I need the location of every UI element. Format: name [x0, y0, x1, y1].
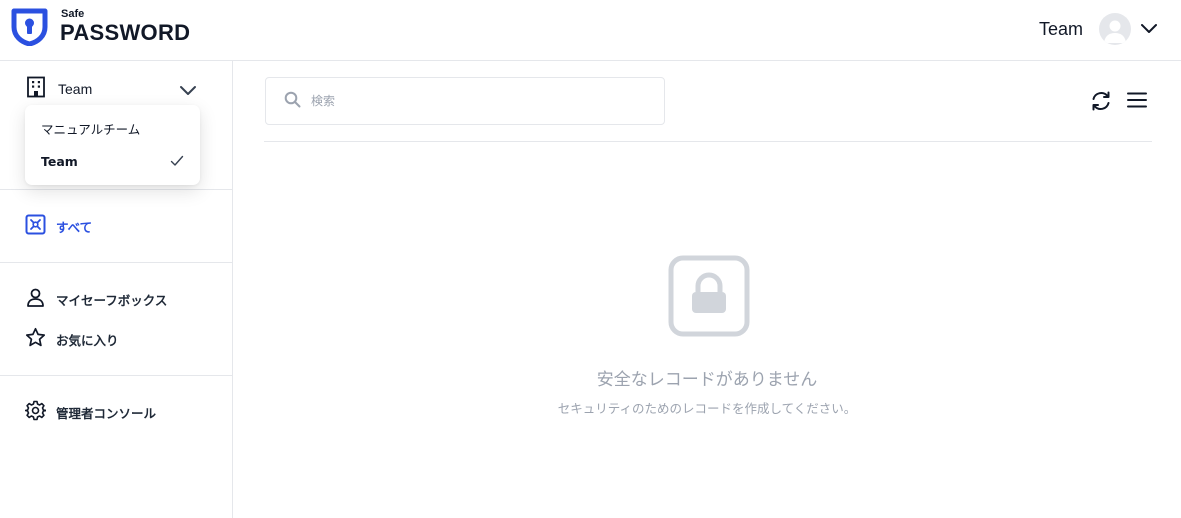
sidebar-item-admin-console[interactable]: 管理者コンソール: [24, 400, 157, 425]
sidebar-divider: [0, 262, 232, 263]
star-icon: [25, 327, 46, 352]
search-box[interactable]: [265, 77, 665, 125]
user-avatar-icon[interactable]: [1099, 13, 1131, 45]
team-select-label: Team: [58, 81, 93, 97]
logo-safe-text: Safe: [61, 8, 85, 20]
team-select[interactable]: Team: [25, 76, 197, 102]
logo[interactable]: Safe PASSWORD: [11, 8, 210, 48]
sidebar-item-all[interactable]: すべて: [25, 214, 93, 239]
account-team-label: Team: [1038, 18, 1083, 39]
sidebar-item-my-safebox[interactable]: マイセーフボックス: [25, 288, 167, 310]
shield-logo-icon: [11, 8, 48, 46]
gear-icon: [24, 400, 47, 425]
sidebar-divider: [0, 375, 232, 376]
empty-state-title: 安全なレコードがありません: [596, 370, 818, 390]
lock-icon: [668, 255, 750, 341]
building-icon: [25, 76, 47, 102]
sidebar-item-label: すべて: [56, 219, 93, 235]
team-option-label: マニュアルチーム: [41, 121, 141, 137]
sidebar-item-label: マイセーフボックス: [56, 292, 168, 308]
sidebar-divider: [0, 189, 232, 190]
team-dropdown: マニュアルチーム Team: [25, 105, 200, 185]
sidebar-item-favorites[interactable]: お気に入り: [25, 327, 119, 352]
content-divider: [264, 141, 1152, 142]
top-header: Safe PASSWORD Team: [0, 0, 1181, 61]
check-icon: [170, 155, 184, 170]
hamburger-menu-icon[interactable]: [1127, 91, 1147, 113]
user-icon: [25, 287, 46, 312]
sidebar-item-label: お気に入り: [56, 332, 119, 348]
team-option-label: Team: [41, 153, 78, 169]
logo-text: Safe PASSWORD: [60, 8, 210, 48]
search-input[interactable]: [311, 94, 631, 108]
team-option-selected[interactable]: Team: [25, 146, 200, 176]
team-option[interactable]: マニュアルチーム: [25, 113, 200, 143]
app-root: Safe PASSWORD Team Team すべて マイセーフボックス お気…: [0, 0, 1181, 518]
chevron-down-icon[interactable]: [1140, 20, 1158, 39]
refresh-icon[interactable]: [1090, 90, 1112, 116]
main-content: 安全なレコードがありません セキュリティのためのレコードを作成してください。: [233, 61, 1181, 518]
account-menu[interactable]: Team: [1039, 11, 1131, 47]
logo-password-text: PASSWORD: [60, 20, 191, 45]
chevron-down-icon: [179, 82, 197, 101]
vault-icon: [25, 214, 46, 239]
sidebar-item-label: 管理者コンソール: [56, 405, 157, 421]
search-icon: [284, 91, 301, 112]
empty-state-subtitle: セキュリティのためのレコードを作成してください。: [557, 401, 857, 416]
